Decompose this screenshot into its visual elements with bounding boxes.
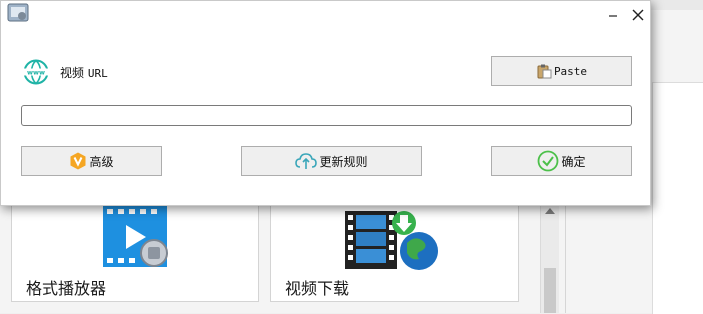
tile-format-player[interactable]: 格式播放器 (11, 190, 259, 302)
minimize-icon[interactable] (605, 7, 621, 23)
film-download-globe-icon (345, 211, 438, 270)
url-label: 视频 URL (60, 64, 108, 81)
tile-label: 视频下载 (285, 279, 350, 298)
update-rules-label: 更新规则 (319, 154, 368, 169)
video-player-icon (103, 205, 168, 267)
url-label-cn: 视频 (60, 66, 85, 80)
close-icon[interactable] (630, 7, 646, 23)
scrollbar-thumb[interactable] (544, 268, 556, 313)
background-scrollbar[interactable] (540, 200, 559, 313)
app-logo-icon (7, 3, 29, 22)
confirm-button[interactable]: 确定 (491, 146, 632, 176)
v-shield-icon (70, 152, 86, 170)
svg-text:www: www (27, 69, 45, 77)
tile-label: 格式播放器 (26, 279, 107, 298)
url-input[interactable] (21, 105, 632, 126)
www-globe-icon: www (23, 59, 49, 85)
advanced-button[interactable]: 高级 (21, 146, 162, 176)
paste-button[interactable]: Paste (491, 56, 632, 86)
scroll-up-arrow-icon[interactable] (545, 208, 555, 214)
url-label-en: URL (87, 67, 108, 80)
video-url-dialog: www 视频 URL Paste 高级 更新规则 确定 (0, 0, 651, 206)
paste-label: Paste (553, 64, 588, 78)
update-rules-button[interactable]: 更新规则 (241, 146, 422, 176)
tile-video-download[interactable]: 视频下载 (270, 190, 519, 302)
check-circle-icon (538, 150, 559, 172)
advanced-label: 高级 (89, 154, 114, 169)
background-side-panel (652, 82, 703, 314)
confirm-label: 确定 (561, 154, 586, 169)
clipboard-icon (537, 64, 552, 79)
cloud-upload-icon (295, 153, 318, 169)
